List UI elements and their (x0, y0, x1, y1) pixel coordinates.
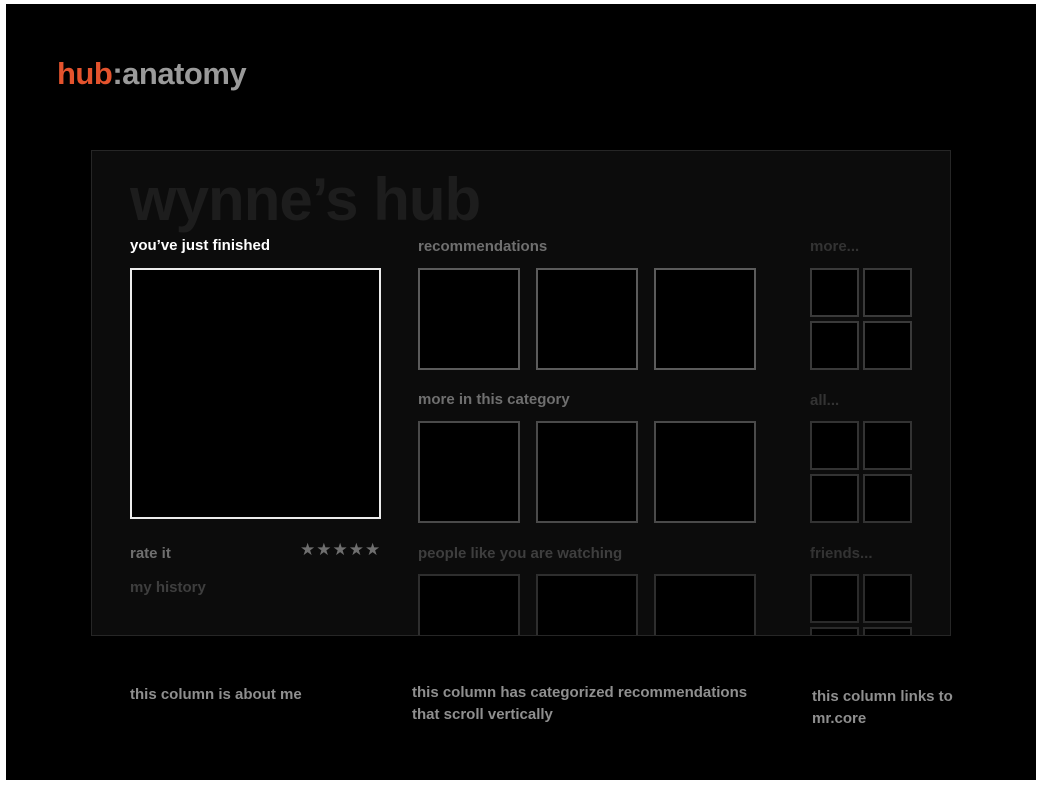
people-watching-tile[interactable] (418, 574, 520, 635)
slide: hub:anatomy wynne’s hub you’ve just fini… (6, 4, 1036, 780)
all-mini-tile[interactable] (810, 421, 859, 470)
all-mini-tile[interactable] (863, 474, 912, 523)
friends-mini-tile[interactable] (863, 574, 912, 623)
more-mini-tile[interactable] (863, 321, 912, 370)
category-tile[interactable] (536, 421, 638, 523)
brand-accent: hub (57, 56, 113, 91)
more-link[interactable]: more... (810, 238, 859, 255)
caption-middle-column: this column has categorized recommendati… (412, 684, 748, 723)
category-tile[interactable] (654, 421, 756, 523)
friends-mini-tile[interactable] (810, 574, 859, 623)
recommendation-tile[interactable] (536, 268, 638, 370)
recommendations-heading: recommendations (418, 238, 548, 255)
all-mini-tile[interactable] (863, 421, 912, 470)
hub-title: wynne’s hub (130, 166, 481, 233)
rating-stars[interactable]: ★★★★★ (300, 540, 381, 560)
recommendation-tile[interactable] (418, 268, 520, 370)
more-mini-tile[interactable] (810, 268, 859, 317)
people-watching-heading: people like you are watching (418, 545, 623, 562)
more-in-category-heading: more in this category (418, 391, 570, 408)
brand-rest: :anatomy (112, 56, 247, 91)
just-finished-thumbnail[interactable] (130, 268, 381, 519)
category-tile[interactable] (418, 421, 520, 523)
hub-mockup-panel: wynne’s hub you’ve just finished rate it… (91, 150, 951, 636)
caption-left-column: this column is about me (130, 686, 302, 703)
friends-mini-tile[interactable] (863, 627, 912, 635)
all-link[interactable]: all... (810, 392, 839, 409)
caption-right-column: this column links to mr.core (812, 688, 953, 727)
more-mini-tile[interactable] (863, 268, 912, 317)
brand-logo: hub:anatomy (57, 56, 247, 92)
my-history-link[interactable]: my history (130, 579, 206, 596)
recommendation-tile[interactable] (654, 268, 756, 370)
friends-mini-tile[interactable] (810, 627, 859, 635)
just-finished-heading: you’ve just finished (130, 237, 271, 254)
rate-it-label: rate it (130, 545, 171, 562)
all-mini-tile[interactable] (810, 474, 859, 523)
people-watching-tile[interactable] (654, 574, 756, 635)
more-mini-tile[interactable] (810, 321, 859, 370)
people-watching-tile[interactable] (536, 574, 638, 635)
friends-link[interactable]: friends... (810, 545, 873, 562)
